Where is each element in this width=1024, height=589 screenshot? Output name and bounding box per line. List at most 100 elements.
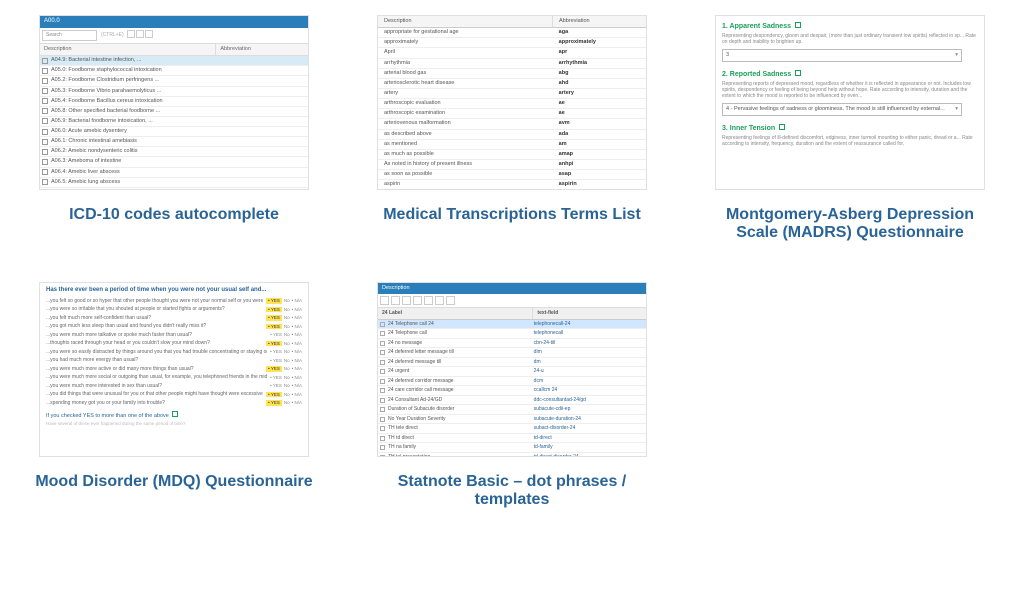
checkbox-icon[interactable] — [42, 169, 48, 175]
tool-icon[interactable] — [391, 296, 400, 305]
checkbox-icon[interactable] — [380, 455, 385, 457]
table-row[interactable]: Aprilapr — [378, 48, 646, 58]
table-row[interactable]: arrhythmiaarrhythmia — [378, 59, 646, 69]
table-row[interactable]: 24 deferred message tilldm — [378, 358, 646, 368]
answer-no[interactable]: No — [284, 392, 290, 398]
checkbox-icon[interactable] — [380, 341, 385, 346]
answer-na[interactable]: • N/A — [292, 358, 302, 364]
answer-yes[interactable]: • YES — [266, 341, 282, 347]
table-row[interactable]: arteriosclerotic heart diseaseahd — [378, 79, 646, 89]
answer-no[interactable]: No — [284, 341, 290, 347]
table-row[interactable]: A05.8: Other specified bacterial foodbor… — [40, 107, 308, 117]
external-link-icon[interactable] — [795, 70, 801, 76]
rating-select[interactable]: 4 - Pervasive feelings of sadness or glo… — [722, 103, 962, 116]
search-input[interactable]: Search — [42, 30, 97, 41]
table-row[interactable]: TH tel presentationtd-direct-disorder-24 — [378, 453, 646, 457]
table-row[interactable]: 24 no messagecbn-24-till — [378, 339, 646, 349]
rating-select[interactable]: 3▾ — [722, 49, 962, 62]
checkbox-icon[interactable] — [42, 159, 48, 165]
table-row[interactable]: A05.4: Foodborne Bacillus cereus intoxic… — [40, 97, 308, 107]
answer-yes[interactable]: • YES — [270, 349, 282, 355]
table-row[interactable]: A05.9: Bacterial foodborne intoxication,… — [40, 117, 308, 127]
thumb-madrs[interactable]: 1. Apparent Sadness Representing despond… — [715, 15, 985, 190]
table-row[interactable]: A06.3: Ameboma of intestine — [40, 157, 308, 167]
sort-icon[interactable] — [136, 30, 144, 38]
table-row[interactable]: arteriovenous malformationavm — [378, 119, 646, 129]
checkbox-icon[interactable] — [380, 407, 385, 412]
table-row[interactable]: A06.1: Chronic intestinal amebiasis — [40, 137, 308, 147]
answer-na[interactable]: • N/A — [292, 341, 302, 347]
answer-no[interactable]: No — [284, 358, 290, 364]
table-row[interactable]: aspirinaspirin — [378, 180, 646, 190]
caption-statnote[interactable]: Statnote Basic – dot phrases / templates — [372, 473, 652, 509]
table-row[interactable]: A06.0: Acute amebic dysentery — [40, 127, 308, 137]
answer-na[interactable]: • N/A — [292, 332, 302, 338]
caption-icd[interactable]: ICD-10 codes autocomplete — [69, 206, 279, 224]
answer-na[interactable]: • N/A — [292, 307, 302, 313]
checkbox-icon[interactable] — [380, 398, 385, 403]
table-row[interactable]: Duration of Subacute disordersubacute-cd… — [378, 405, 646, 415]
table-row[interactable]: 24 Telephone calltelephonecall — [378, 329, 646, 339]
answer-yes[interactable]: • YES — [270, 332, 282, 338]
info-icon[interactable] — [172, 411, 178, 417]
table-row[interactable]: appropriate for gestational ageaga — [378, 28, 646, 38]
table-row[interactable]: A06.4: Amebic liver abscess — [40, 168, 308, 178]
answer-yes[interactable]: • YES — [266, 392, 282, 398]
answer-na[interactable]: • N/A — [292, 400, 302, 406]
answer-yes[interactable]: • YES — [270, 383, 282, 389]
checkbox-icon[interactable] — [42, 129, 48, 135]
answer-yes[interactable]: • YES — [266, 366, 282, 372]
filter-icon[interactable] — [127, 30, 135, 38]
checkbox-icon[interactable] — [380, 388, 385, 393]
table-row[interactable]: arterial blood gasabg — [378, 69, 646, 79]
answer-yes[interactable]: • YES — [266, 324, 282, 330]
answer-yes[interactable]: • YES — [270, 375, 282, 381]
table-row[interactable]: as soon as possibleasap — [378, 170, 646, 180]
answer-yes[interactable]: • YES — [266, 298, 282, 304]
checkbox-icon[interactable] — [380, 322, 385, 327]
table-row[interactable]: arthroscopic evaluationae — [378, 99, 646, 109]
thumb-mdq[interactable]: Has there ever been a period of time whe… — [39, 282, 309, 457]
table-row[interactable]: 24 urgent24-u — [378, 367, 646, 377]
caption-madrs[interactable]: Montgomery-Asberg Depression Scale (MADR… — [710, 206, 990, 242]
table-row[interactable]: approximatelyapproximately — [378, 38, 646, 48]
answer-no[interactable]: No — [284, 375, 290, 381]
view-icon[interactable] — [145, 30, 153, 38]
table-row[interactable]: 24 Consultant Ad-24/GDddc-consultantad-2… — [378, 396, 646, 406]
checkbox-icon[interactable] — [380, 360, 385, 365]
thumb-terms[interactable]: Description Abbreviation appropriate for… — [377, 15, 647, 190]
table-row[interactable]: As noted in history of present illnessan… — [378, 160, 646, 170]
answer-yes[interactable]: • YES — [266, 400, 282, 406]
table-row[interactable]: 24 deferred letter message tilldlm — [378, 348, 646, 358]
thumb-statnote[interactable]: Description 24 Label text-field 24 Telep… — [377, 282, 647, 457]
checkbox-icon[interactable] — [42, 108, 48, 114]
tool-icon[interactable] — [402, 296, 411, 305]
answer-na[interactable]: • N/A — [292, 324, 302, 330]
answer-no[interactable]: No — [284, 366, 290, 372]
table-row[interactable]: A06.6: Amebic brain abscess — [40, 188, 308, 190]
caption-terms[interactable]: Medical Transcriptions Terms List — [383, 206, 641, 224]
answer-na[interactable]: • N/A — [292, 392, 302, 398]
answer-yes[interactable]: • YES — [266, 315, 282, 321]
table-row[interactable]: A06.5: Amebic lung abscess — [40, 178, 308, 188]
checkbox-icon[interactable] — [380, 417, 385, 422]
table-row[interactable]: TH tele directsubact-disorder-24 — [378, 424, 646, 434]
table-row[interactable]: A06.2: Amebic nondysenteric colitis — [40, 147, 308, 157]
answer-na[interactable]: • N/A — [292, 366, 302, 372]
checkbox-icon[interactable] — [42, 88, 48, 94]
table-row[interactable]: arthroscopic examinationae — [378, 109, 646, 119]
table-row[interactable]: A05.2: Foodborne Clostridium perfringens… — [40, 76, 308, 86]
checkbox-icon[interactable] — [42, 98, 48, 104]
checkbox-icon[interactable] — [380, 350, 385, 355]
external-link-icon[interactable] — [795, 22, 801, 28]
answer-na[interactable]: • N/A — [292, 298, 302, 304]
table-row[interactable]: as mentionedam — [378, 140, 646, 150]
table-row[interactable]: 24 Telephone call 24telephonecall-24 — [378, 320, 646, 330]
table-row[interactable]: TH td directtd-direct — [378, 434, 646, 444]
answer-no[interactable]: No — [284, 332, 290, 338]
table-row[interactable]: A05.0: Foodborne staphylococcal intoxica… — [40, 66, 308, 76]
answer-na[interactable]: • N/A — [292, 383, 302, 389]
external-link-icon[interactable] — [779, 124, 785, 130]
checkbox-icon[interactable] — [42, 78, 48, 84]
checkbox-icon[interactable] — [42, 149, 48, 155]
